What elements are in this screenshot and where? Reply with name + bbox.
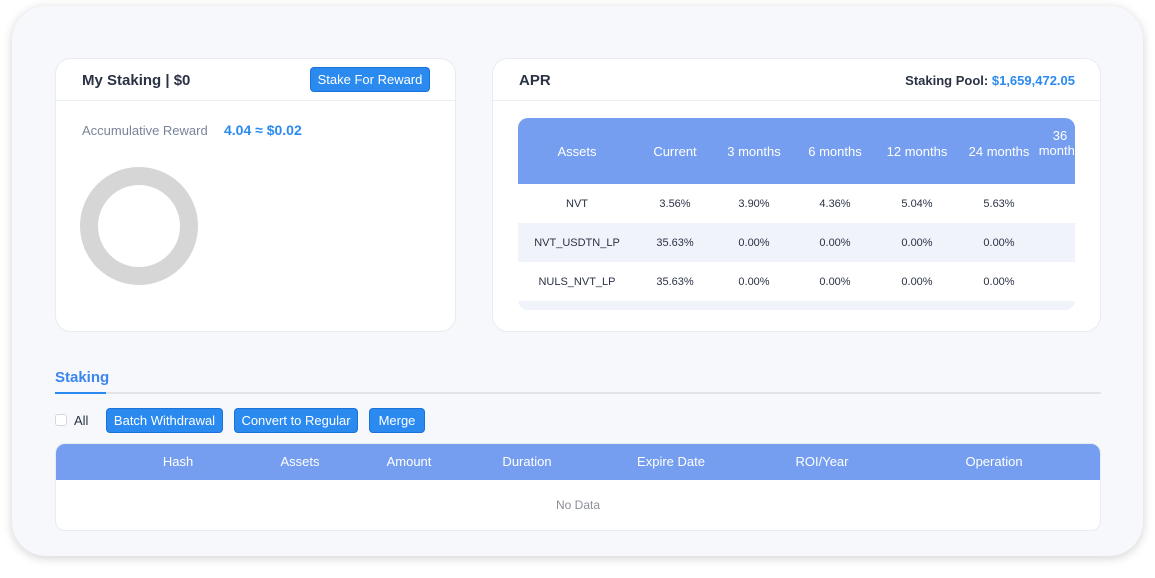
stake-for-reward-button[interactable]: Stake For Reward [310, 67, 430, 92]
apr-cell: 0.00% [983, 275, 1015, 288]
staking-donut-chart [80, 167, 198, 285]
staking-pool-label: Staking Pool: [905, 73, 989, 88]
apr-table-row: NVT_USDTN_LP 35.63% 0.00% 0.00% 0.00% 0.00% 0. [518, 223, 1075, 262]
apr-cell: NVT [566, 197, 588, 210]
apr-cell: 0.00% [738, 275, 770, 288]
col-amount: Amount [386, 454, 432, 469]
my-staking-title: My Staking | $0 [82, 72, 191, 89]
apr-cell: 5.63% [983, 197, 1015, 210]
apr-cell: 5.04% [901, 197, 933, 210]
apr-cell: 0.00% [819, 275, 851, 288]
apr-cell: NULS_NVT_LP [538, 275, 616, 288]
apr-cell: Assets [557, 143, 597, 159]
apr-cell: 3.90% [738, 197, 770, 210]
apr-table-header: Assets Current 3 months 6 months 12 months 24… [518, 118, 1075, 184]
reward-label: Accumulative Reward [82, 123, 208, 138]
batch-withdrawal-button[interactable]: Batch Withdrawal [106, 408, 223, 433]
staking-table: Hash Assets Amount Duration Expire Date … [55, 443, 1101, 531]
apr-title: APR [519, 72, 551, 89]
col-duration: Duration [502, 454, 552, 469]
apr-cell: 0.00% [819, 236, 851, 249]
staking-table-header: Hash Assets Amount Duration Expire Date … [56, 444, 1100, 480]
empty-state: No Data [555, 498, 601, 512]
apr-cell: 0.00% [738, 236, 770, 249]
staking-pool: Staking Pool: $1,659,472.05 [905, 73, 1075, 88]
apr-cell: 0. [1040, 262, 1075, 301]
tab-active-indicator [55, 392, 106, 394]
merge-button[interactable]: Merge [369, 408, 425, 433]
apr-cell: 35.63% [656, 236, 694, 249]
col-operation: Operation [965, 454, 1023, 469]
apr-cell: 35.63% [656, 275, 694, 288]
apr-cell: 0.00% [901, 275, 933, 288]
apr-table: Assets Current 3 months 6 months 12 months 24… [518, 118, 1075, 310]
apr-cell: 4.36% [819, 197, 851, 210]
select-all-checkbox[interactable] [55, 414, 67, 426]
apr-cell: 0.00% [983, 236, 1015, 249]
reward-value: 4.04 ≈ $0.02 [224, 122, 302, 138]
apr-cell: 0.00% [901, 236, 933, 249]
apr-cell: 0. [1040, 223, 1075, 262]
convert-to-regular-button[interactable]: Convert to Regular [234, 408, 358, 433]
donut-ring [80, 167, 198, 285]
tab-staking[interactable]: Staking [55, 369, 109, 386]
col-hash: Hash [162, 454, 194, 469]
apr-table-row: NULS_NVT_LP 35.63% 0.00% 0.00% 0.00% 0.00% 0. [518, 262, 1075, 301]
col-roi-year: ROI/Year [795, 454, 849, 469]
apr-cell: 36 months [1038, 128, 1075, 158]
apr-cell: 24 months [968, 143, 1030, 159]
select-all-label: All [74, 413, 89, 428]
my-staking-card: My Staking | $0 Stake For Reward Accumul… [55, 58, 456, 332]
apr-cell: NVT_USDTN_LP [534, 236, 620, 249]
tab-divider [55, 392, 1101, 394]
col-expire-date: Expire Date [637, 454, 705, 469]
apr-table-row: NVT 3.56% 3.90% 4.36% 5.04% 5.63% 6 [518, 184, 1075, 223]
apr-card: APR Staking Pool: $1,659,472.05 Assets Cu… [492, 58, 1101, 332]
apr-cell: 6 [1040, 184, 1075, 223]
apr-cell: 3 months [727, 143, 781, 159]
apr-cell: 6 months [808, 143, 862, 159]
col-assets: Assets [280, 454, 320, 469]
apr-cell: Current [653, 143, 697, 159]
apr-cell: 3.56% [659, 197, 691, 210]
apr-cell: 12 months [886, 143, 948, 159]
staking-pool-value: $1,659,472.05 [991, 73, 1075, 88]
